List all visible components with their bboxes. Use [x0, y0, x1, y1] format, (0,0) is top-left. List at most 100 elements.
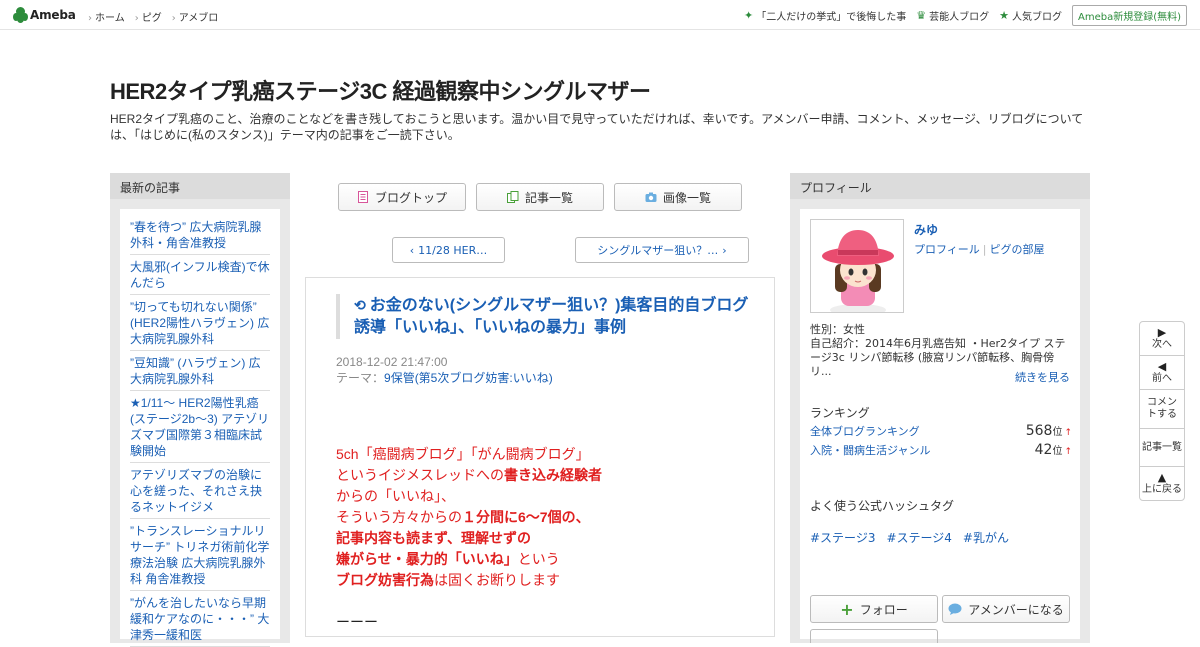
float-top-button[interactable]: ▲ 上に戻る [1140, 467, 1184, 500]
nav-home[interactable]: ホーム [88, 9, 125, 24]
signup-button[interactable]: Ameba新規登録(無料) [1071, 5, 1187, 26]
rank-up-icon: ↑ [1064, 447, 1072, 457]
avatar[interactable] [810, 219, 904, 313]
global-header: Ameba ホーム ピグ アメブロ ✦ 「二人だけの挙式」で後悔した事 ♛ 芸能… [0, 0, 1200, 30]
hashtag-link[interactable]: #ステージ4 [886, 529, 951, 546]
read-more-link[interactable]: 続きを見る [1015, 369, 1070, 385]
logo-text: Ameba [30, 8, 76, 22]
follow-label: フォロー [859, 602, 908, 617]
article-date: 2018-12-02 21:47:00 [336, 355, 448, 369]
article-entry: ⟲ お金のない(シングルマザー狙い？)集客目的自ブログ誘導「いいね」、「いいねの暴… [305, 277, 775, 637]
nav-ameblo[interactable]: アメブロ [172, 9, 219, 24]
copy-icon [506, 191, 519, 203]
blog-description: HER2タイプ乳癌のこと、治療のことなどを書き残しておこうと思います。温かい目で… [110, 112, 1084, 142]
profile-gender: 性別：女性 [810, 323, 865, 336]
body-line: というイジメスレッドへの書き込み経験者 [336, 467, 602, 483]
recent-articles-heading: 最新の記事 [110, 173, 290, 199]
message-button-partial[interactable] [810, 629, 938, 643]
document-icon [357, 191, 368, 203]
profile-heading: プロフィール [790, 173, 1090, 199]
top-right-links: ✦ 「二人だけの挙式」で後悔した事 ♛ 芸能人ブログ ★ 人気ブログ Ameba… [744, 5, 1187, 26]
ameba-logo-icon [13, 7, 28, 23]
profile-link[interactable]: プロフィール [914, 243, 980, 256]
recent-article-link[interactable]: 大風邪(インフル検査)で休んだら [130, 255, 270, 295]
theme-label: テーマ： [336, 371, 385, 385]
profile-links: プロフィール | ピグの部屋 [914, 243, 1045, 256]
article-list-button[interactable]: 記事一覧 [476, 183, 604, 211]
body-line: 記事内容も読まず、理解せずの [336, 530, 532, 546]
float-next-button[interactable]: ▶ 次へ [1140, 322, 1184, 356]
article-title[interactable]: ⟲ お金のない(シングルマザー狙い？)集客目的自ブログ誘導「いいね」、「いいねの暴… [336, 294, 756, 339]
amember-label: アメンバーになる [968, 602, 1064, 617]
recent-articles-panel: 最新の記事 ”春を待つ” 広大病院乳腺外科・角舎准教授 大風邪(インフル検査)で… [110, 173, 290, 647]
body-line: ブログ妨害行為は固くお断りします [336, 572, 560, 588]
hashtag-link[interactable]: #ステージ3 [810, 529, 875, 546]
image-list-button[interactable]: 画像一覧 [614, 183, 742, 211]
chevron-left-icon: ‹ [409, 243, 415, 257]
recent-article-link[interactable]: ★1/11～ HER2陽性乳癌(ステージ2b～3) アテゾリズマブ国際第３相臨床… [130, 391, 270, 463]
popular-blog-label: 人気ブログ [1011, 12, 1062, 23]
article-title-text: お金のない(シングルマザー狙い？)集客目的自ブログ誘導「いいね」、「いいねの暴力… [354, 297, 749, 336]
top-nav: ホーム ピグ アメブロ [88, 9, 218, 24]
article-theme-row: テーマ：9保管(第5次ブログ妨害:いいね) [336, 370, 553, 386]
reblog-icon: ⟲ [354, 297, 366, 313]
crown-icon: ♛ [916, 9, 927, 22]
theme-link[interactable]: 9保管(第5次ブログ妨害:いいね) [384, 371, 553, 385]
camera-icon [645, 192, 657, 202]
profile-name[interactable]: みゆ [914, 221, 938, 238]
hashtag-link[interactable]: #乳がん [963, 529, 1009, 546]
recent-article-link[interactable]: ”がんを治したいなら早期緩和ケアなのに・・・” 大津秀一緩和医 [130, 591, 270, 647]
chevron-right-icon: › [722, 243, 727, 257]
ranking-name[interactable]: 入院・闘病生活ジャンル [810, 442, 930, 458]
star-icon: ★ [999, 9, 1009, 22]
up-arrow-icon: ▲ [1157, 471, 1167, 484]
profile-box: みゆ プロフィール | ピグの部屋 性別：女性 自己紹介：2014年6月乳癌告知 ・… [800, 209, 1080, 643]
recent-article-link[interactable]: ”豆知識” (ハラヴェン) 広大病院乳腺外科 [130, 351, 270, 391]
next-article-button[interactable]: シングルマザー狙い？… › [575, 237, 749, 263]
back-icon: ◀ [1157, 360, 1167, 373]
recent-article-link[interactable]: アテゾリズマブの治験に心を縒った、それさえ抉るネットイジメ [130, 463, 270, 519]
pigg-room-link[interactable]: ピグの部屋 [990, 243, 1045, 256]
rank-up-icon: ↑ [1064, 428, 1072, 438]
amember-button[interactable]: アメンバーになる [942, 595, 1070, 623]
popular-blog-link[interactable]: ★ 人気ブログ [999, 8, 1062, 23]
float-article-list-button[interactable]: 記事一覧 [1140, 429, 1184, 467]
ranking-row: 全体ブログランキング 568位 ↑ [810, 423, 1072, 439]
image-list-label: 画像一覧 [662, 190, 711, 205]
ranking-row: 入院・闘病生活ジャンル 42位 ↑ [810, 442, 1072, 458]
recent-article-link[interactable]: ”トランスレーショナルリサーチ” トリネガ術前化学療法治験 広大病院乳腺外科 角… [130, 519, 270, 591]
blog-top-button[interactable]: ブログトップ [338, 183, 466, 211]
blog-title[interactable]: HER2タイプ乳癌ステージ3C 経過観察中シングルマザー [110, 74, 651, 106]
body-line: からの「いいね」、 [336, 488, 455, 504]
promo-link-label: 「二人だけの挙式」で後悔した事 [756, 12, 907, 23]
avatar-image [822, 230, 894, 312]
ranking-value: 568位 ↑ [1025, 423, 1072, 439]
celebrity-blog-link[interactable]: ♛ 芸能人ブログ [916, 8, 989, 23]
profile-panel: プロフィール みゆ プロフィール | ピグの部屋 性別：女性 自己紹介：2014… [790, 173, 1090, 643]
body-line: そういう方々からの１分間に6～7個の、 [336, 509, 590, 525]
hashtag-heading: よく使う公式ハッシュタグ [810, 499, 955, 513]
recent-articles-list: ”春を待つ” 広大病院乳腺外科・角舎准教授 大風邪(インフル検査)で休んだら ”… [120, 209, 280, 647]
floating-nav: ▶ 次へ ◀ 前へ コメントする 記事一覧 ▲ 上に戻る [1139, 321, 1185, 501]
ameba-logo[interactable]: Ameba [13, 7, 76, 23]
nav-pigg[interactable]: ピグ [135, 9, 162, 24]
chat-icon [948, 603, 962, 615]
recent-article-link[interactable]: ”春を待つ” 広大病院乳腺外科・角舎准教授 [130, 215, 270, 255]
article-list-label: 記事一覧 [524, 190, 573, 205]
body-line: 5ch「癌闘病ブログ」「がん闘病ブログ」 [336, 446, 590, 462]
hashtag-list: #ステージ3 #ステージ4 #乳がん [810, 529, 1009, 546]
ranking-value: 42位 ↑ [1034, 442, 1072, 458]
next-article-label: シングルマザー狙い？… [597, 244, 719, 257]
body-line: 嫌がらせ・暴力的「いいね」という [336, 551, 560, 567]
article-meta: 2018-12-02 21:47:00 テーマ：9保管(第5次ブログ妨害:いいね… [336, 354, 553, 386]
prev-article-button[interactable]: ‹ 11/28 HER… [392, 237, 505, 263]
float-comment-button[interactable]: コメントする [1140, 390, 1184, 429]
plus-icon: + [840, 599, 854, 619]
prev-article-label: 11/28 HER… [418, 243, 488, 257]
promo-link[interactable]: ✦ 「二人だけの挙式」で後悔した事 [744, 8, 906, 23]
float-prev-button[interactable]: ◀ 前へ [1140, 356, 1184, 390]
follow-button[interactable]: + フォロー [810, 595, 938, 623]
article-body: 5ch「癌闘病ブログ」「がん闘病ブログ」 というイジメスレッドへの書き込み経験者… [336, 444, 756, 633]
recent-article-link[interactable]: ”切っても切れない関係” (HER2陽性ハラヴェン) 広大病院乳腺外科 [130, 295, 270, 351]
ranking-name[interactable]: 全体ブログランキング [810, 423, 920, 439]
